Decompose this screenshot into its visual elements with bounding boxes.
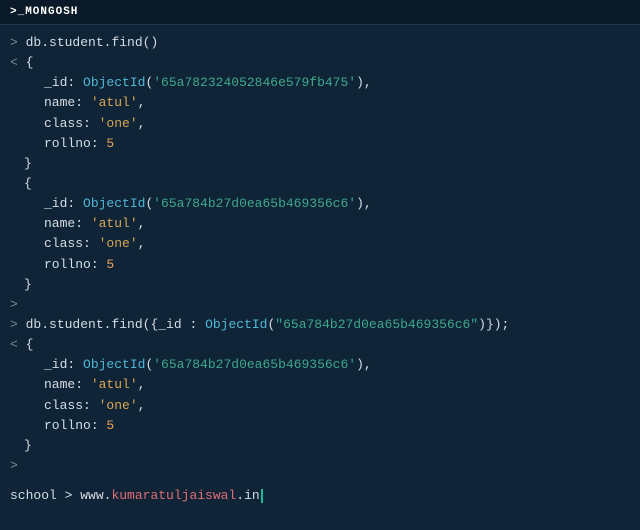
result-close: } — [10, 436, 630, 456]
prompt-input-line[interactable]: school > www.kumaratuljaiswal.in — [0, 484, 640, 507]
prompt-line: > — [10, 295, 630, 315]
result-field: _id: ObjectId('65a782324052846e579fb475'… — [10, 73, 630, 93]
result-open: < { — [10, 53, 630, 73]
result-open: < { — [10, 335, 630, 355]
command-line: > db.student.find({_id : ObjectId("65a78… — [10, 315, 630, 335]
result-field: name: 'atul', — [10, 93, 630, 113]
command-line: > db.student.find() — [10, 33, 630, 53]
prompt-line: > — [10, 456, 630, 476]
cursor-icon — [261, 489, 263, 503]
result-close: } — [10, 275, 630, 295]
result-field: name: 'atul', — [10, 214, 630, 234]
result-field: _id: ObjectId('65a784b27d0ea65b469356c6'… — [10, 194, 630, 214]
terminal-output[interactable]: > db.student.find() < { _id: ObjectId('6… — [0, 25, 640, 484]
result-field: name: 'atul', — [10, 375, 630, 395]
result-field: rollno: 5 — [10, 255, 630, 275]
db-name: school — [10, 488, 57, 503]
result-field: class: 'one', — [10, 396, 630, 416]
result-field: _id: ObjectId('65a784b27d0ea65b469356c6'… — [10, 355, 630, 375]
prompt-gt: > — [10, 35, 18, 50]
command-text: db.student.find() — [26, 35, 159, 50]
result-close: } — [10, 154, 630, 174]
result-open: { — [10, 174, 630, 194]
result-field: class: 'one', — [10, 114, 630, 134]
result-field: rollno: 5 — [10, 416, 630, 436]
header-title: >_MONGOSH — [10, 6, 78, 18]
result-field: rollno: 5 — [10, 134, 630, 154]
result-field: class: 'one', — [10, 234, 630, 254]
mongosh-header: >_MONGOSH — [0, 0, 640, 25]
